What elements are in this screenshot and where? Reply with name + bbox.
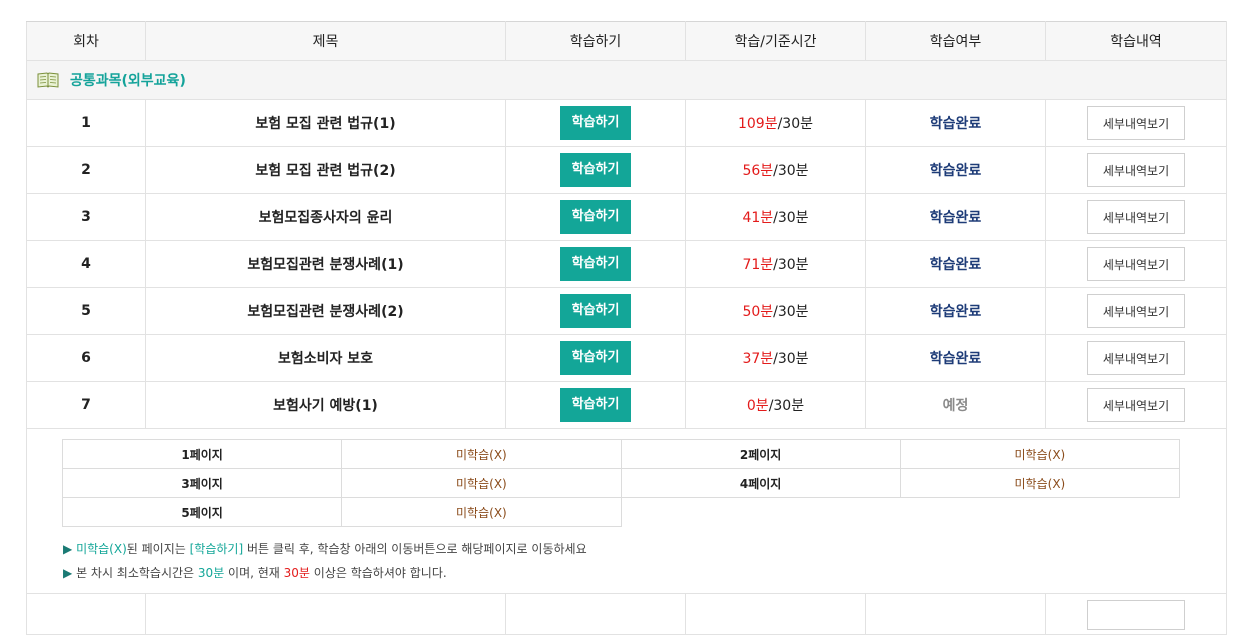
status-label: 학습완료 <box>929 210 982 226</box>
note-min-time: ▶ 본 차시 최소학습시간은 30분 이며, 현재 30분 이상은 학습하셔야 … <box>63 566 447 580</box>
detail-button[interactable]: 세부내역보기 <box>1087 200 1185 234</box>
learned-time: 71분 <box>742 257 774 273</box>
study-time: 37분/30분 <box>685 334 866 382</box>
study-time: 109분/30분 <box>685 99 866 147</box>
round-number: 5 <box>26 287 146 335</box>
round-number: 6 <box>26 334 146 382</box>
lesson-title: 보험 모집 관련 법규(2) <box>145 146 506 194</box>
lesson-title: 보험사기 예방(1) <box>145 381 506 429</box>
page-state: 미학습(X) <box>899 439 1181 469</box>
study-time: 71분/30분 <box>685 240 866 288</box>
category-title: 공통과목(외부교육) <box>70 73 186 89</box>
base-time: /30분 <box>773 163 809 179</box>
round-number: 1 <box>26 99 146 147</box>
table-header-row: 회차 제목 학습하기 학습/기준시간 학습여부 학습내역 <box>26 21 1227 61</box>
learned-time: 56분 <box>742 163 774 179</box>
detail-button[interactable]: 세부내역보기 <box>1087 153 1185 187</box>
study-button[interactable]: 학습하기 <box>560 341 631 375</box>
table-row: 6 보험소비자 보호 학습하기 37분/30분 학습완료 세부내역보기 <box>26 334 1227 382</box>
notes: ▶ 미학습(X)된 페이지는 [학습하기] 버튼 클릭 후, 학습창 아래의 이… <box>63 537 1226 585</box>
table-row: 3 보험모집종사자의 윤리 학습하기 41분/30분 학습완료 세부내역보기 <box>26 193 1227 241</box>
detail-button[interactable]: 세부내역보기 <box>1087 388 1185 422</box>
learned-time: 41분 <box>742 210 774 226</box>
page-state: 미학습(X) <box>341 497 622 527</box>
table-row: 1 보험 모집 관련 법규(1) 학습하기 109분/30분 학습완료 세부내역… <box>26 99 1227 147</box>
note-unlearned: ▶ 미학습(X)된 페이지는 [학습하기] 버튼 클릭 후, 학습창 아래의 이… <box>63 542 587 556</box>
page-state: 미학습(X) <box>341 439 622 469</box>
triangle-icon: ▶ <box>63 566 73 580</box>
page-status-table: 1페이지 미학습(X) 2페이지 미학습(X) 3페이지 미학습(X) 4페이지… <box>61 439 1181 527</box>
round-number: 3 <box>26 193 146 241</box>
status-label: 학습완료 <box>929 163 982 179</box>
status-label: 학습완료 <box>929 116 982 132</box>
detail-button[interactable]: 세부내역보기 <box>1087 341 1185 375</box>
learned-time: 0분 <box>746 398 769 414</box>
detail-button-partial[interactable] <box>1087 600 1185 630</box>
study-time: 0분/30분 <box>685 381 866 429</box>
lesson-title: 보험모집종사자의 윤리 <box>145 193 506 241</box>
page-label: 1페이지 <box>61 439 343 469</box>
learned-time: 37분 <box>742 351 774 367</box>
header-time: 학습/기준시간 <box>685 21 866 61</box>
learned-time: 50분 <box>742 304 774 320</box>
base-time: /30분 <box>777 116 814 132</box>
table-row: 7 보험사기 예방(1) 학습하기 0분/30분 예정 세부내역보기 <box>26 381 1227 429</box>
status-label: 학습완료 <box>929 351 982 367</box>
status-label: 예정 <box>942 398 969 414</box>
detail-button[interactable]: 세부내역보기 <box>1087 106 1185 140</box>
base-time: /30분 <box>773 210 809 226</box>
table-row: 5 보험모집관련 분쟁사례(2) 학습하기 50분/30분 학습완료 세부내역보… <box>26 287 1227 335</box>
page-label: 2페이지 <box>620 439 901 469</box>
lesson-title: 보험모집관련 분쟁사례(1) <box>145 240 506 288</box>
status-label: 학습완료 <box>929 304 982 320</box>
study-time: 50분/30분 <box>685 287 866 335</box>
header-title: 제목 <box>145 21 506 61</box>
triangle-icon: ▶ <box>63 542 73 556</box>
header-round: 회차 <box>26 21 146 61</box>
lesson-title: 보험 모집 관련 법규(1) <box>145 99 506 147</box>
course-table: 회차 제목 학습하기 학습/기준시간 학습여부 학습내역 공통과목(외부교육) … <box>26 21 1227 635</box>
header-study: 학습하기 <box>505 21 686 61</box>
header-history: 학습내역 <box>1045 21 1227 61</box>
study-button[interactable]: 학습하기 <box>560 153 631 187</box>
study-button[interactable]: 학습하기 <box>560 388 631 422</box>
category-row: 공통과목(외부교육) <box>26 60 1227 100</box>
base-time: /30분 <box>773 304 809 320</box>
book-icon <box>37 72 59 88</box>
table-row-partial <box>26 593 1227 635</box>
base-time: /30분 <box>773 351 809 367</box>
study-button[interactable]: 학습하기 <box>560 294 631 328</box>
detail-button[interactable]: 세부내역보기 <box>1087 247 1185 281</box>
study-button[interactable]: 학습하기 <box>560 247 631 281</box>
lesson-title: 보험모집관련 분쟁사례(2) <box>145 287 506 335</box>
round-number: 2 <box>26 146 146 194</box>
study-button[interactable]: 학습하기 <box>560 200 631 234</box>
table-row: 2 보험 모집 관련 법규(2) 학습하기 56분/30분 학습완료 세부내역보… <box>26 146 1227 194</box>
learned-time: 109분 <box>737 116 778 132</box>
page-label: 3페이지 <box>61 468 343 498</box>
page-label: 5페이지 <box>61 497 343 527</box>
study-button[interactable]: 학습하기 <box>560 106 631 140</box>
base-time: /30분 <box>773 257 809 273</box>
status-label: 학습완료 <box>929 257 982 273</box>
page-label: 4페이지 <box>620 468 901 498</box>
course-table-container: 회차 제목 학습하기 학습/기준시간 학습여부 학습내역 공통과목(외부교육) … <box>26 21 1227 635</box>
header-status: 학습여부 <box>865 21 1046 61</box>
base-time: /30분 <box>768 398 805 414</box>
page-state: 미학습(X) <box>341 468 622 498</box>
detail-button[interactable]: 세부내역보기 <box>1087 294 1185 328</box>
page-status-row: 1페이지 미학습(X) 2페이지 미학습(X) 3페이지 미학습(X) 4페이지… <box>26 428 1227 594</box>
study-time: 56분/30분 <box>685 146 866 194</box>
study-time: 41분/30분 <box>685 193 866 241</box>
round-number: 4 <box>26 240 146 288</box>
lesson-title: 보험소비자 보호 <box>145 334 506 382</box>
table-row: 4 보험모집관련 분쟁사례(1) 학습하기 71분/30분 학습완료 세부내역보… <box>26 240 1227 288</box>
page-state: 미학습(X) <box>899 468 1181 498</box>
round-number: 7 <box>26 381 146 429</box>
